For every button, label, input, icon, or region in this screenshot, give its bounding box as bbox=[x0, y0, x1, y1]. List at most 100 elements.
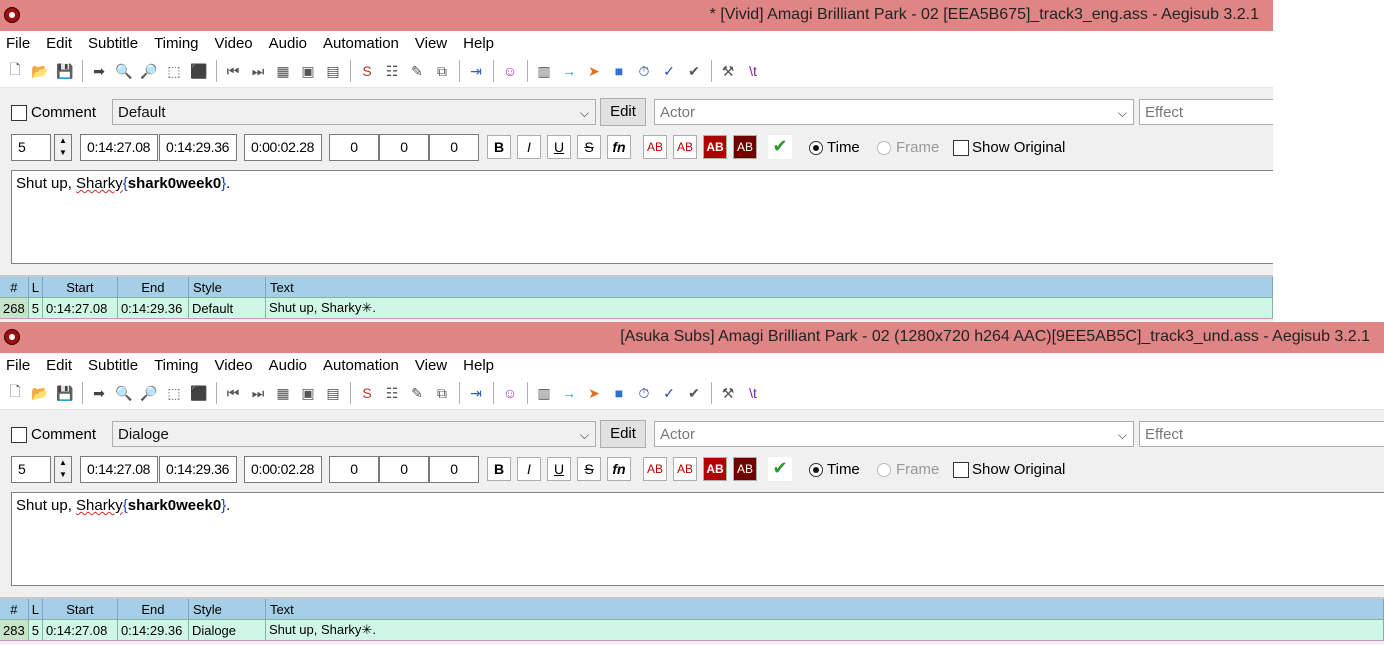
open-file-icon[interactable]: 📂 bbox=[28, 381, 52, 405]
snap-start-icon[interactable]: ⬚ bbox=[162, 381, 186, 405]
options-icon[interactable]: ⚒ bbox=[716, 381, 740, 405]
stop-icon[interactable]: ■ bbox=[607, 59, 631, 83]
italic-button[interactable]: I bbox=[517, 457, 541, 481]
strikeout-button[interactable]: S bbox=[577, 457, 601, 481]
video-end-icon[interactable]: ⏭ bbox=[246, 59, 270, 83]
resolution-icon[interactable]: ▣ bbox=[296, 381, 320, 405]
margin-right-field[interactable]: 0 bbox=[379, 456, 429, 483]
comment-checkbox[interactable] bbox=[11, 427, 27, 443]
margin-left-field[interactable]: 0 bbox=[329, 134, 379, 161]
assistant-icon[interactable]: ✔ bbox=[682, 381, 706, 405]
save-icon[interactable]: 💾 bbox=[53, 381, 77, 405]
audio-arrow-icon[interactable]: → bbox=[557, 59, 581, 83]
show-original-checkbox[interactable] bbox=[953, 462, 969, 478]
menu-audio[interactable]: Audio bbox=[269, 35, 307, 52]
primary-color-button[interactable]: AB bbox=[643, 457, 667, 481]
commit-checkmark-icon[interactable]: ✔ bbox=[768, 457, 792, 481]
jump-to-icon[interactable]: ➡ bbox=[87, 381, 111, 405]
time-radio[interactable] bbox=[809, 463, 823, 477]
timing-postprocess-icon[interactable]: ▥ bbox=[532, 381, 556, 405]
zoom-out-icon[interactable]: 🔎 bbox=[137, 381, 161, 405]
spell-check-icon[interactable]: ✓ bbox=[657, 59, 681, 83]
grid-header-end[interactable]: End bbox=[117, 277, 189, 298]
video-start-icon[interactable]: ⏮ bbox=[221, 59, 245, 83]
zoom-out-icon[interactable]: 🔎 bbox=[137, 59, 161, 83]
styles-icon[interactable]: S bbox=[355, 59, 379, 83]
layer-spinner[interactable]: ▲ ▼ bbox=[54, 456, 72, 483]
properties-icon[interactable]: ▦ bbox=[271, 381, 295, 405]
commit-checkmark-icon[interactable]: ✔ bbox=[768, 135, 792, 159]
outline-color-button[interactable]: AB bbox=[703, 135, 727, 159]
margin-vertical-field[interactable]: 0 bbox=[429, 456, 479, 483]
lead-in-icon[interactable]: ➤ bbox=[582, 381, 606, 405]
layer-field[interactable]: 5 bbox=[11, 134, 51, 161]
grid-header-text[interactable]: Text bbox=[265, 599, 1384, 620]
secondary-color-button[interactable]: AB bbox=[673, 135, 697, 159]
options-icon[interactable]: ⚒ bbox=[716, 59, 740, 83]
menu-subtitle[interactable]: Subtitle bbox=[88, 35, 138, 52]
translation-icon[interactable]: ✎ bbox=[405, 59, 429, 83]
primary-color-button[interactable]: AB bbox=[643, 135, 667, 159]
edit-style-button[interactable]: Edit bbox=[600, 98, 646, 126]
shift-times-icon[interactable]: ⇥ bbox=[464, 59, 488, 83]
snap-end-icon[interactable]: ⬛ bbox=[187, 381, 211, 405]
video-end-icon[interactable]: ⏭ bbox=[246, 381, 270, 405]
frame-radio[interactable] bbox=[877, 463, 891, 477]
menu-timing[interactable]: Timing bbox=[154, 35, 198, 52]
layer-spinner[interactable]: ▲ ▼ bbox=[54, 134, 72, 161]
font-button[interactable]: fn bbox=[607, 135, 631, 159]
menu-file[interactable]: File bbox=[6, 357, 30, 374]
new-file-icon[interactable]: 🗋 bbox=[3, 381, 27, 405]
timer-icon[interactable]: ⏱ bbox=[632, 59, 656, 83]
bold-button[interactable]: B bbox=[487, 457, 511, 481]
bold-button[interactable]: B bbox=[487, 135, 511, 159]
shift-times-icon[interactable]: ⇥ bbox=[464, 381, 488, 405]
show-original-checkbox[interactable] bbox=[953, 140, 969, 156]
grid-header-l[interactable]: L bbox=[28, 599, 43, 620]
margin-left-field[interactable]: 0 bbox=[329, 456, 379, 483]
effect-field[interactable]: Effect bbox=[1139, 99, 1273, 125]
layer-field[interactable]: 5 bbox=[11, 456, 51, 483]
font-button[interactable]: fn bbox=[607, 457, 631, 481]
start-time-field[interactable]: 0:14:27.08 bbox=[80, 134, 158, 161]
zoom-in-icon[interactable]: 🔍 bbox=[112, 59, 136, 83]
timing-postprocess-icon[interactable]: ▥ bbox=[532, 59, 556, 83]
underline-button[interactable]: U bbox=[547, 135, 571, 159]
edit-style-button[interactable]: Edit bbox=[600, 420, 646, 448]
duration-field[interactable]: 0:00:02.28 bbox=[244, 134, 322, 161]
actor-field[interactable]: Actor ⌵ bbox=[654, 99, 1134, 125]
resample-icon[interactable]: ⧉ bbox=[430, 381, 454, 405]
frame-radio[interactable] bbox=[877, 141, 891, 155]
grid-header-number[interactable]: # bbox=[0, 277, 29, 298]
grid-header-number[interactable]: # bbox=[0, 599, 29, 620]
kanji-timer-icon[interactable]: ☺ bbox=[498, 59, 522, 83]
duration-field[interactable]: 0:00:02.28 bbox=[244, 456, 322, 483]
grid-header-style[interactable]: Style bbox=[188, 599, 266, 620]
stop-icon[interactable]: ■ bbox=[607, 381, 631, 405]
shadow-color-button[interactable]: AB bbox=[733, 457, 757, 481]
kanji-timer-icon[interactable]: ☺ bbox=[498, 381, 522, 405]
table-row[interactable]: 283 5 0:14:27.08 0:14:29.36 Dialoge Shut up, … bbox=[0, 619, 1384, 641]
style-select[interactable]: Dialoge ⌵ bbox=[112, 421, 596, 447]
new-file-icon[interactable]: 🗋 bbox=[3, 59, 27, 83]
table-row[interactable]: 268 5 0:14:27.08 0:14:29.36 Default Shut up, … bbox=[0, 297, 1273, 319]
subtitle-text-editor[interactable]: Shut up, Sharky{shark0week0}. bbox=[11, 170, 1273, 264]
styles-manager-icon[interactable]: ☷ bbox=[380, 59, 404, 83]
menu-subtitle[interactable]: Subtitle bbox=[88, 357, 138, 374]
open-file-icon[interactable]: 📂 bbox=[28, 59, 52, 83]
shadow-color-button[interactable]: AB bbox=[733, 135, 757, 159]
actor-field[interactable]: Actor ⌵ bbox=[654, 421, 1134, 447]
grid-header-style[interactable]: Style bbox=[188, 277, 266, 298]
menu-file[interactable]: File bbox=[6, 35, 30, 52]
menu-automation[interactable]: Automation bbox=[323, 357, 399, 374]
attachments-icon[interactable]: ▤ bbox=[321, 59, 345, 83]
italic-button[interactable]: I bbox=[517, 135, 541, 159]
underline-button[interactable]: U bbox=[547, 457, 571, 481]
audio-arrow-icon[interactable]: → bbox=[557, 381, 581, 405]
lead-in-icon[interactable]: ➤ bbox=[582, 59, 606, 83]
menu-view[interactable]: View bbox=[415, 357, 447, 374]
strikeout-button[interactable]: S bbox=[577, 135, 601, 159]
translation-icon[interactable]: ✎ bbox=[405, 381, 429, 405]
jump-to-icon[interactable]: ➡ bbox=[87, 59, 111, 83]
grid-header-end[interactable]: End bbox=[117, 599, 189, 620]
